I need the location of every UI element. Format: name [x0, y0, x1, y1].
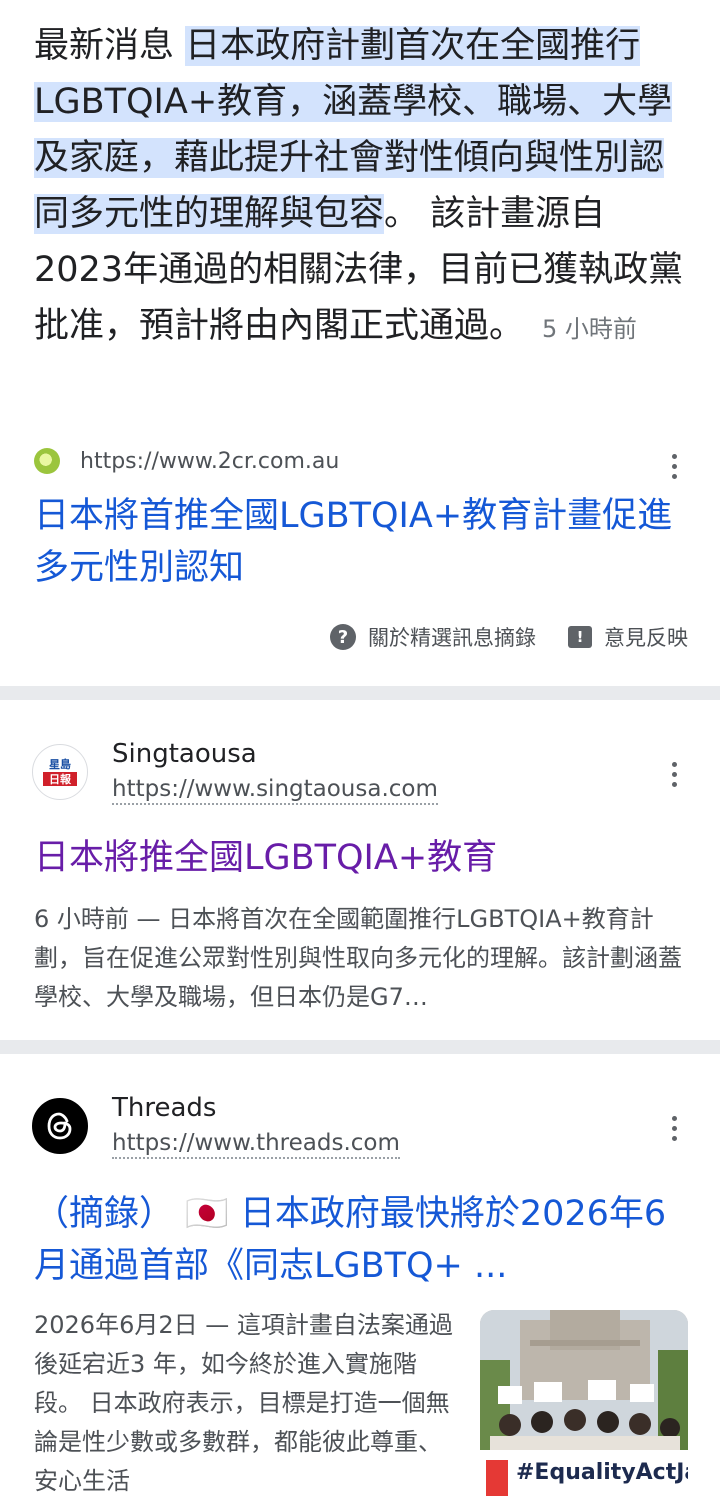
more-options-icon[interactable] — [662, 1108, 686, 1148]
result-url[interactable]: https://www.singtaousa.com — [112, 776, 438, 805]
singtao-logo-svg: 星島 日報 — [41, 757, 79, 786]
about-snippet-link[interactable]: 關於精選訊息摘錄 — [368, 622, 536, 652]
help-icon: ? — [330, 624, 356, 650]
result-thumbnail[interactable]: #EqualityActJapa — [480, 1310, 688, 1500]
snippet-prefix: 最新消息 — [34, 26, 186, 66]
feedback-icon: ! — [568, 626, 592, 648]
result-site-name[interactable]: Threads — [112, 1093, 216, 1123]
svg-text:日報: 日報 — [49, 772, 72, 786]
threads-logo-icon — [32, 1098, 88, 1154]
snippet-footer: ? 關於精選訊息摘錄 ! 意見反映 — [330, 622, 688, 652]
result-description: 6 小時前 — 日本將首次在全國範圍推行LGBTQIA+教育計劃，旨在促進公眾對… — [34, 905, 682, 1011]
result-title-link[interactable]: （摘錄） 🇯🇵 日本政府最快將於2026年6月通過首部《同志LGBTQ+ ... — [34, 1188, 694, 1292]
threads-logo-svg — [47, 1112, 72, 1140]
section-divider — [0, 686, 720, 700]
singtao-logo-icon: 星島 日報 — [32, 744, 88, 800]
result-description: 2026年6月2日 — 這項計畫自法案通過後延宕近3 年，如今終於進入實施階段。… — [34, 1311, 453, 1495]
snippet-time: 5 小時前 — [542, 315, 637, 343]
section-divider — [0, 1040, 720, 1054]
more-options-icon[interactable] — [662, 754, 686, 794]
more-options-icon[interactable] — [662, 446, 686, 486]
snippet-source-url[interactable]: https://www.2cr.com.au — [80, 449, 339, 474]
svg-text:星島: 星島 — [49, 757, 71, 771]
snippet-source[interactable]: https://www.2cr.com.au — [34, 446, 339, 476]
featured-snippet-text: 最新消息 日本政府計劃首次在全國推行LGBTQIA+教育，涵蓋學校、職場、大學及… — [34, 18, 694, 357]
thumbnail-banner-text: #EqualityActJapa — [516, 1460, 688, 1485]
snippet-link-title[interactable]: 日本將首推全國LGBTQIA+教育計畫促進多元性別認知 — [34, 490, 684, 594]
result-title-link[interactable]: 日本將推全國LGBTQIA+教育 — [34, 832, 694, 884]
result-site-name[interactable]: Singtaousa — [112, 739, 257, 769]
feedback-link[interactable]: 意見反映 — [604, 622, 688, 652]
site-favicon-icon — [34, 448, 60, 474]
result-url[interactable]: https://www.threads.com — [112, 1130, 400, 1159]
